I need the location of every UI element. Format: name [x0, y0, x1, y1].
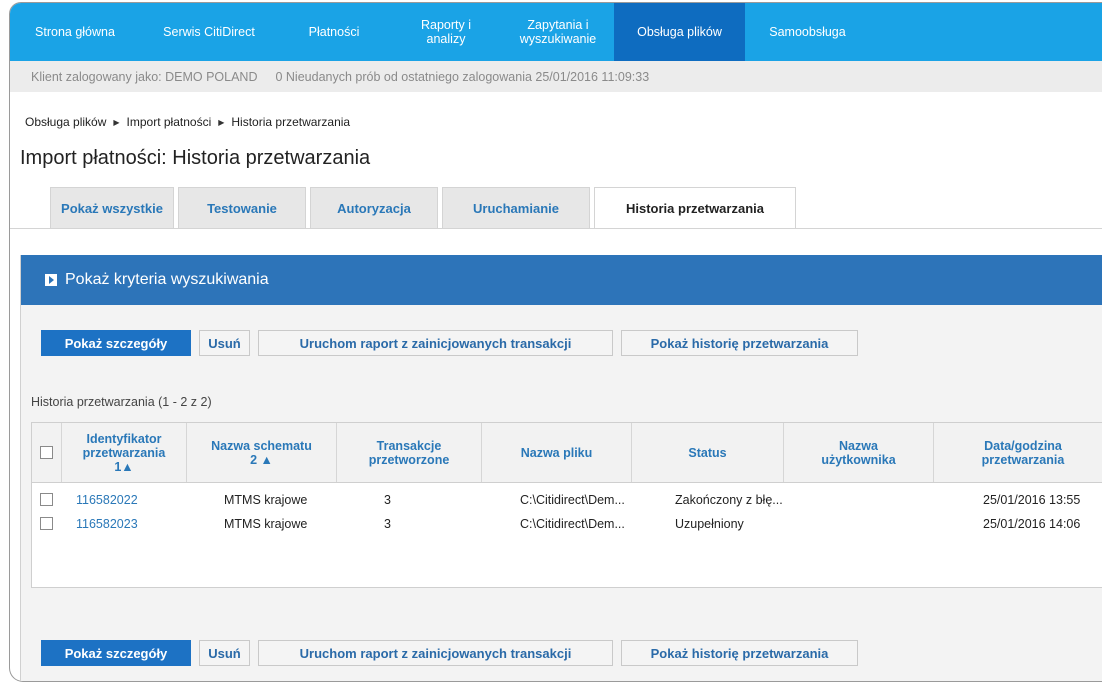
tab-execution[interactable]: Uruchamianie [442, 187, 590, 229]
delete-button[interactable]: Usuń [199, 640, 250, 666]
file-name-cell: C:\Citidirect\Dem... [520, 516, 625, 531]
page-title: Import płatności: Historia przetwarzania [20, 147, 371, 169]
results-count: Historia przetwarzania (1 - 2 z 2) [31, 395, 212, 409]
show-history-button[interactable]: Pokaż historię przetwarzania [621, 330, 858, 356]
expand-arrow-icon [45, 274, 57, 286]
search-criteria-toggle[interactable]: Pokaż kryteria wyszukiwania [21, 255, 1102, 305]
user-name-cell [822, 511, 932, 536]
table-row: 116582022 MTMS krajowe 3 C:\Citidirect\D… [32, 487, 1102, 512]
schema-name-cell: MTMS krajowe [224, 516, 308, 531]
top-navigation: Strona główna Serwis CitiDirect Płatnośc… [10, 3, 1102, 61]
history-table: Identyfikator przetwarzania 1▲ Nazwa sch… [31, 422, 1102, 588]
tab-show-all[interactable]: Pokaż wszystkie [50, 187, 174, 229]
show-details-button[interactable]: Pokaż szczegóły [41, 640, 191, 666]
row-checkbox-cell [40, 511, 60, 536]
processing-id-link[interactable]: 116582023 [76, 511, 186, 536]
tab-divider [10, 228, 1102, 229]
delete-button[interactable]: Usuń [199, 330, 250, 356]
processing-date-cell: 25/01/2016 14:06 [983, 516, 1081, 531]
logged-in-user: Klient zalogowany jako: DEMO POLAND [31, 69, 258, 84]
nav-reports[interactable]: Raporty i analizy [390, 3, 502, 61]
breadcrumb-file-services[interactable]: Obsługa plików [25, 115, 106, 129]
nav-home[interactable]: Strona główna [10, 3, 140, 61]
breadcrumb-separator-icon: ▶ [218, 117, 225, 127]
session-info-bar: Klient zalogowany jako: DEMO POLAND 0 Ni… [10, 61, 1102, 92]
nav-payments[interactable]: Płatności [278, 3, 390, 61]
run-report-button[interactable]: Uruchom raport z zainicjowanych transakc… [258, 640, 613, 666]
table-header: Identyfikator przetwarzania 1▲ Nazwa sch… [32, 423, 1102, 483]
run-report-button[interactable]: Uruchom raport z zainicjowanych transakc… [258, 330, 613, 356]
nav-self-service[interactable]: Samoobsługa [745, 3, 870, 61]
select-all-checkbox[interactable] [40, 446, 53, 459]
transactions-cell: 3 [384, 492, 391, 507]
select-all-cell [32, 423, 62, 482]
nav-inquiries[interactable]: Zapytania i wyszukiwanie [502, 3, 614, 61]
action-buttons-bottom: Pokaż szczegóły Usuń Uruchom raport z za… [41, 640, 866, 666]
tab-authorization[interactable]: Autoryzacja [310, 187, 438, 229]
header-processing-id[interactable]: Identyfikator przetwarzania 1▲ [62, 423, 187, 482]
transactions-cell: 3 [384, 516, 391, 531]
header-user-name[interactable]: Nazwa użytkownika [784, 423, 934, 482]
breadcrumb-separator-icon: ▶ [113, 117, 120, 127]
tab-bar: Pokaż wszystkie Testowanie Autoryzacja U… [50, 187, 800, 229]
header-status[interactable]: Status [632, 423, 784, 482]
processing-id-link[interactable]: 116582022 [76, 487, 186, 512]
breadcrumb-processing-history: Historia przetwarzania [231, 115, 351, 129]
tab-processing-history[interactable]: Historia przetwarzania [594, 187, 796, 229]
breadcrumb: Obsługa plików ▶ Import płatności ▶ Hist… [25, 115, 350, 129]
user-name-cell [822, 487, 932, 512]
breadcrumb-payment-import[interactable]: Import płatności [127, 115, 212, 129]
search-criteria-label: Pokaż kryteria wyszukiwania [65, 271, 269, 288]
schema-name-cell: MTMS krajowe [224, 492, 308, 507]
action-buttons-top: Pokaż szczegóły Usuń Uruchom raport z za… [41, 330, 866, 356]
header-schema-name[interactable]: Nazwa schematu 2 ▲ [187, 423, 337, 482]
row-checkbox-cell [40, 487, 60, 512]
header-file-name[interactable]: Nazwa pliku [482, 423, 632, 482]
results-panel: Pokaż kryteria wyszukiwania Pokaż szczeg… [20, 255, 1102, 681]
table-row: 116582023 MTMS krajowe 3 C:\Citidirect\D… [32, 511, 1102, 536]
row-checkbox[interactable] [40, 517, 53, 530]
show-history-button[interactable]: Pokaż historię przetwarzania [621, 640, 858, 666]
file-name-cell: C:\Citidirect\Dem... [520, 492, 625, 507]
tab-testing[interactable]: Testowanie [178, 187, 306, 229]
header-processing-date[interactable]: Data/godzina przetwarzania [934, 423, 1102, 482]
app-window: Strona główna Serwis CitiDirect Płatnośc… [9, 2, 1102, 682]
failed-logins: 0 Nieudanych prób od ostatniego zalogowa… [275, 69, 650, 84]
nav-file-services[interactable]: Obsługa plików [614, 3, 745, 61]
row-checkbox[interactable] [40, 493, 53, 506]
show-details-button[interactable]: Pokaż szczegóły [41, 330, 191, 356]
status-cell: Zakończony z błę... [675, 492, 783, 507]
processing-date-cell: 25/01/2016 13:55 [983, 492, 1081, 507]
nav-citidirect-service[interactable]: Serwis CitiDirect [140, 3, 278, 61]
header-transactions[interactable]: Transakcje przetworzone [337, 423, 482, 482]
status-cell: Uzupełniony [675, 516, 744, 531]
